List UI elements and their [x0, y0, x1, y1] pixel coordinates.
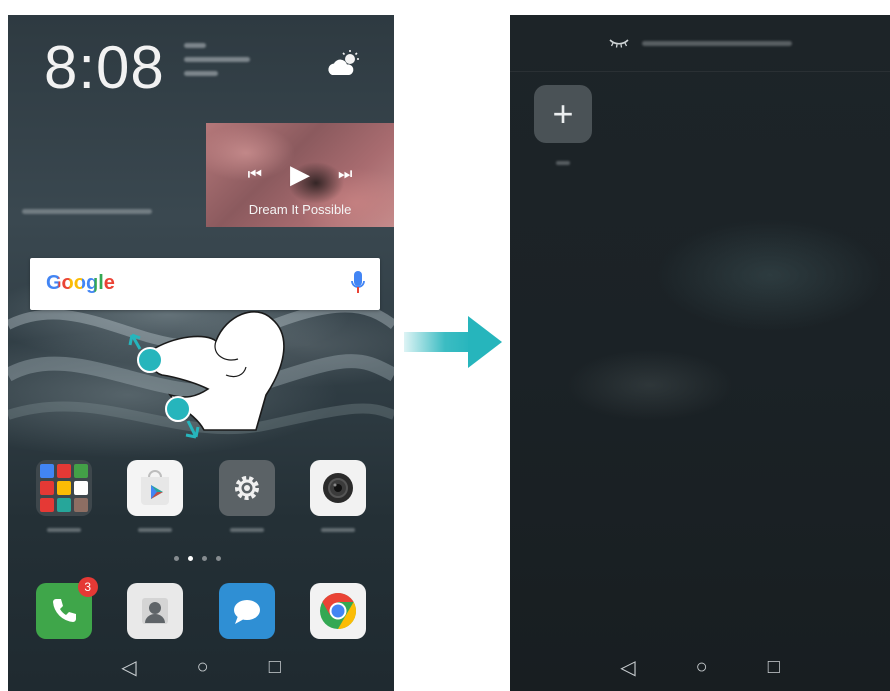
app-label — [321, 528, 356, 532]
gear-icon[interactable] — [218, 460, 275, 516]
page-dot[interactable] — [174, 556, 179, 561]
dock-phone[interactable]: 3 — [35, 577, 98, 639]
clock[interactable]: 8:08 — [44, 33, 165, 102]
app-play-store[interactable] — [127, 460, 184, 532]
dock-chrome[interactable] — [310, 583, 367, 639]
home-screen: 8:08 ⏮ ▶ ⏭ Dream It Possible Google 3 ◁ … — [8, 15, 394, 691]
app-settings[interactable] — [218, 460, 275, 532]
transition-arrow-icon — [404, 316, 502, 368]
google-logo-text: Google — [46, 272, 115, 294]
add-hidden-app-button[interactable]: + — [534, 85, 592, 143]
app-label — [229, 528, 264, 532]
recents-icon[interactable]: □ — [768, 656, 780, 679]
notification-badge: 3 — [77, 577, 98, 597]
mic-icon[interactable] — [350, 270, 366, 296]
navigation-bar: ◁ ○ □ — [510, 643, 890, 691]
dock: 3 — [8, 577, 394, 639]
add-button-label — [556, 161, 570, 165]
back-icon[interactable]: ◁ — [121, 655, 136, 680]
hidden-apps-title — [642, 40, 792, 46]
play-store-icon[interactable] — [127, 460, 184, 516]
hidden-apps-screen: + ◁ ○ □ — [510, 15, 890, 691]
page-dot[interactable] — [202, 556, 207, 561]
back-icon[interactable]: ◁ — [620, 655, 635, 680]
page-dot[interactable] — [216, 556, 221, 561]
dock-messages[interactable] — [218, 583, 275, 639]
navigation-bar: ◁ ○ □ — [8, 643, 394, 691]
app-camera[interactable] — [310, 460, 367, 532]
eye-closed-icon — [609, 39, 629, 48]
page-indicator[interactable] — [174, 556, 221, 561]
song-title: Dream It Possible — [248, 202, 352, 217]
hidden-apps-header — [510, 15, 890, 72]
next-icon[interactable]: ⏭ — [338, 166, 352, 184]
camera-icon[interactable] — [310, 460, 367, 516]
message-icon[interactable] — [218, 583, 275, 639]
pinch-gesture-illustration — [128, 310, 285, 439]
play-icon[interactable]: ▶ — [290, 159, 310, 190]
chrome-icon[interactable] — [310, 583, 367, 639]
music-widget-hint — [22, 209, 152, 214]
app-row — [8, 460, 394, 532]
app-folder[interactable] — [35, 460, 92, 532]
app-label — [46, 528, 81, 532]
music-widget[interactable]: ⏮ ▶ ⏭ Dream It Possible — [206, 123, 394, 227]
recents-icon[interactable]: □ — [269, 656, 281, 679]
contacts-icon[interactable] — [127, 583, 184, 639]
google-logo: Google — [46, 272, 115, 295]
dock-contacts[interactable] — [127, 583, 184, 639]
previous-icon[interactable]: ⏮ — [248, 166, 262, 184]
page-dot-active[interactable] — [188, 556, 193, 561]
app-label — [138, 528, 173, 532]
clock-date-info — [184, 43, 250, 85]
folder-icon[interactable] — [35, 460, 92, 516]
home-icon[interactable]: ○ — [696, 656, 708, 679]
phone-icon[interactable]: 3 — [35, 577, 98, 639]
google-search-bar[interactable]: Google — [30, 258, 380, 310]
home-icon[interactable]: ○ — [197, 656, 209, 679]
cloud-sun-icon[interactable] — [326, 49, 362, 77]
